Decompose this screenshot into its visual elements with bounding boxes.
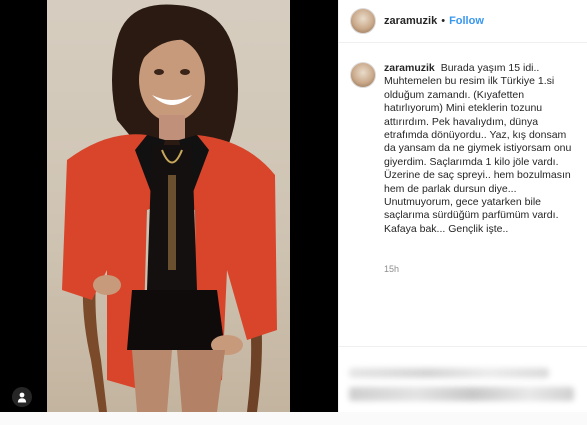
blurred-actions-area — [339, 346, 587, 413]
caption-text: Burada yaşım 15 idi.. Muhtemelen bu resi… — [384, 62, 572, 235]
caption-text-block: zaramuzik Burada yaşım 15 idi.. Muhtemel… — [384, 62, 580, 236]
follow-button[interactable]: Follow — [449, 15, 484, 27]
post-header: zaramuzik • Follow — [339, 0, 587, 43]
post-media[interactable] — [0, 0, 338, 412]
portrait-illustration — [62, 4, 277, 412]
avatar[interactable] — [350, 8, 376, 34]
caption-comment: zaramuzik Burada yaşım 15 idi.. Muhtemel… — [350, 62, 580, 236]
caption-avatar[interactable] — [350, 62, 376, 88]
blurred-content — [349, 387, 574, 401]
page-bottom-strip — [0, 412, 587, 425]
post-timestamp[interactable]: 15h — [384, 264, 399, 274]
header-separator: • — [441, 15, 446, 27]
blurred-content — [349, 368, 549, 378]
user-tag-icon[interactable] — [12, 387, 32, 407]
instagram-post: zaramuzik • Follow zaramuzik Burada yaşı… — [0, 0, 587, 412]
post-side-panel: zaramuzik • Follow zaramuzik Burada yaşı… — [338, 0, 587, 412]
caption-username[interactable]: zaramuzik — [384, 62, 435, 74]
header-username[interactable]: zaramuzik — [384, 15, 437, 27]
post-photo[interactable] — [47, 0, 290, 412]
